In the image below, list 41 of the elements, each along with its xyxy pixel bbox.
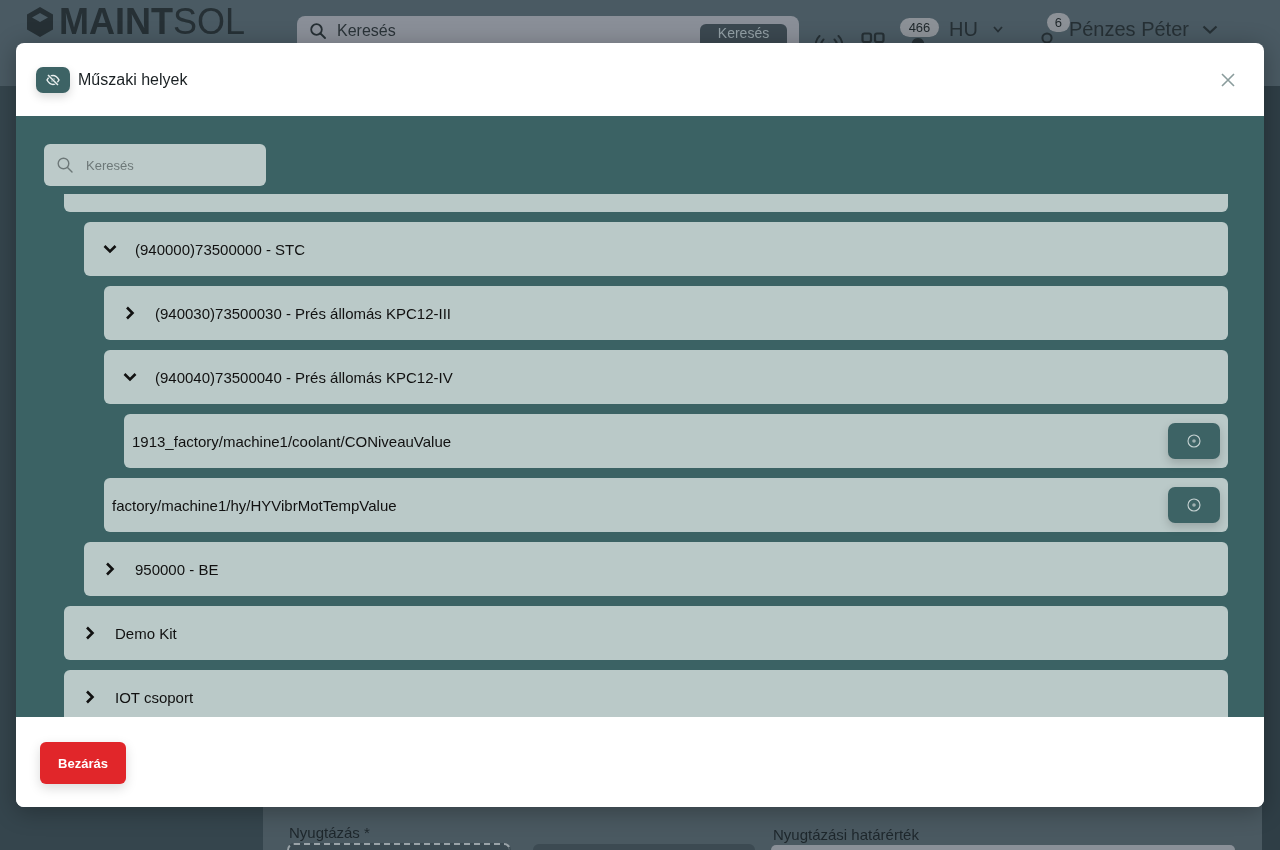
close-button[interactable]: Bezárás <box>40 742 126 784</box>
chevron-down-icon <box>992 25 1003 33</box>
chevron-right-icon[interactable] <box>83 690 97 704</box>
tree-item-label: (940030)73500030 - Prés állomás KPC12-III <box>155 304 451 322</box>
tree-item-label: factory/machine1/hy/HYVibrMotTempValue <box>112 496 397 514</box>
close-button[interactable] <box>1221 72 1235 87</box>
chevron-down-icon <box>1201 24 1218 34</box>
tree-row[interactable]: factory/machine1/hy/HYVibrMotTempValue <box>104 478 1228 532</box>
tree-item-label: (940040)73500040 - Prés állomás KPC12-IV <box>155 368 453 386</box>
chevron-down-icon[interactable] <box>103 242 117 256</box>
count-badge: 466 <box>900 18 939 37</box>
tree-row[interactable]: Demo Kit <box>64 606 1228 660</box>
tree-item-label: IOT csoport <box>115 688 194 706</box>
tree-row[interactable]: 950000 - BE <box>84 542 1228 596</box>
chevron-down-icon[interactable] <box>123 370 137 384</box>
target-button[interactable] <box>1168 423 1220 459</box>
tree-row[interactable]: (940040)73500040 - Prés állomás KPC12-IV <box>104 350 1228 404</box>
target-icon <box>1187 434 1201 448</box>
chevron-right-icon[interactable] <box>103 562 117 576</box>
form-field[interactable] <box>771 845 1235 850</box>
tree-row[interactable]: (940000)73500000 - STC <box>84 222 1228 276</box>
search-field[interactable]: Keresés <box>44 144 266 186</box>
chevron-right-icon[interactable] <box>123 306 137 320</box>
tree-row[interactable]: IOT csoport <box>64 670 1228 717</box>
count-badge: 6 <box>1046 13 1070 32</box>
target-button[interactable] <box>1168 487 1220 523</box>
search-icon <box>310 23 326 39</box>
chevron-right-icon[interactable] <box>83 626 97 640</box>
tree-row[interactable]: (940030)73500030 - Prés állomás KPC12-III <box>104 286 1228 340</box>
close-icon <box>1221 72 1235 87</box>
tree-item-label: (940000)73500000 - STC <box>135 240 306 258</box>
tree-item-label: 950000 - BE <box>135 560 219 578</box>
modal-title: Műszaki helyek <box>78 70 188 89</box>
form-field[interactable] <box>287 843 511 850</box>
tree-item-label: Demo Kit <box>115 624 177 642</box>
eye-slash-icon <box>36 66 70 93</box>
search-icon <box>57 157 73 173</box>
cube-icon <box>27 7 53 37</box>
target-icon <box>1187 498 1201 512</box>
tree-item-label: 1913_factory/machine1/coolant/CONiveauValue <box>132 432 452 450</box>
tree-row[interactable]: 1913_factory/machine1/coolant/CONiveauValue <box>124 414 1228 468</box>
